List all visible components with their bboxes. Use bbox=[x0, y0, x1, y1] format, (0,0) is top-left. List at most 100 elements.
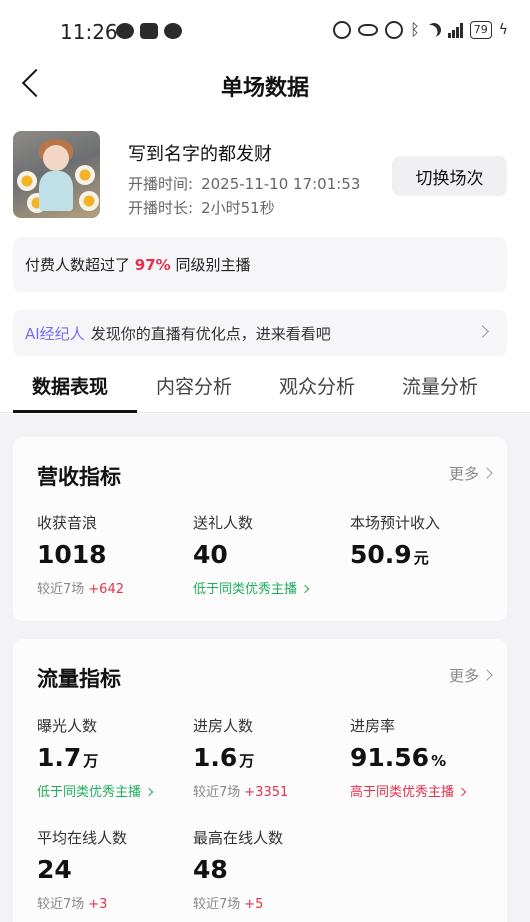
benchmark-link[interactable]: 低于同类优秀主播 bbox=[193, 578, 343, 597]
eye-comfort-icon bbox=[358, 24, 379, 36]
metric-value: 1.7 万 bbox=[37, 743, 187, 777]
metric-number: 91.56 bbox=[350, 743, 430, 772]
revenue-card: 营收指标 更多 收获音浪 1018 较近7场 +642 送礼人数 40 低于同类优… bbox=[13, 437, 507, 621]
tab-data-performance[interactable]: 数据表现 bbox=[32, 372, 108, 399]
metric-number: 40 bbox=[193, 540, 228, 569]
benchmark-text: 低于同类优秀主播 bbox=[193, 582, 298, 597]
metric-avg-online: 平均在线人数 24 较近7场 +3 bbox=[37, 827, 187, 912]
metric-value: 48 bbox=[193, 855, 343, 889]
metric-peak-online: 最高在线人数 48 较近7场 +5 bbox=[193, 827, 343, 912]
page-title: 单场数据 bbox=[220, 76, 309, 101]
metric-number: 24 bbox=[37, 855, 72, 884]
benchmark-text: 高于同类优秀主播 bbox=[350, 785, 455, 800]
metric-value: 1018 bbox=[37, 540, 187, 574]
compare-label: 较近7场 bbox=[37, 582, 85, 597]
metric-label: 曝光人数 bbox=[37, 717, 98, 735]
metric-compare: 较近7场 +642 bbox=[37, 578, 187, 597]
content-area: 营收指标 更多 收获音浪 1018 较近7场 +642 送礼人数 40 低于同类优… bbox=[0, 414, 530, 922]
metric-label: 最高在线人数 bbox=[193, 829, 284, 847]
duration-row: 开播时长: 2小时51秒 bbox=[128, 197, 275, 218]
notification-icons bbox=[116, 23, 182, 39]
benchmark-text: 低于同类优秀主播 bbox=[37, 785, 142, 800]
ai-agent-tag: AI经纪人 bbox=[25, 325, 85, 343]
start-time-value: 2025-11-10 17:01:53 bbox=[201, 175, 361, 193]
metric-compare: 较近7场 +3 bbox=[37, 893, 187, 912]
metric-unit: 万 bbox=[239, 752, 255, 770]
do-not-disturb-icon bbox=[424, 20, 443, 39]
metric-unit: 元 bbox=[413, 549, 429, 567]
duration-value: 2小时51秒 bbox=[201, 199, 275, 217]
metric-value: 1.6 万 bbox=[193, 743, 343, 777]
compare-label: 较近7场 bbox=[193, 897, 241, 912]
benchmark-link[interactable]: 高于同类优秀主播 bbox=[350, 781, 500, 800]
compare-label: 较近7场 bbox=[37, 897, 85, 912]
figure-face bbox=[43, 145, 69, 171]
metric-unit: 万 bbox=[83, 752, 99, 770]
active-tab-indicator bbox=[13, 410, 137, 413]
tab-bar: 数据表现 内容分析 观众分析 流量分析 bbox=[0, 364, 530, 413]
metric-value: 24 bbox=[37, 855, 187, 889]
traffic-card: 流量指标 更多 曝光人数 1.7 万 低于同类优秀主播 进房人数 1.6 万 较近7… bbox=[13, 639, 507, 922]
metric-label: 送礼人数 bbox=[193, 514, 254, 532]
start-time-label: 开播时间: bbox=[128, 175, 194, 193]
system-icons: ᛒ 79 ϟ bbox=[333, 21, 508, 39]
stream-title: 写到名字的都发财 bbox=[128, 144, 272, 165]
metric-compare: 较近7场 +3351 bbox=[193, 781, 343, 800]
metric-sound-waves: 收获音浪 1018 较近7场 +642 bbox=[37, 512, 187, 597]
metric-unit: % bbox=[431, 752, 447, 770]
metric-label: 进房人数 bbox=[193, 717, 254, 735]
tab-traffic-analysis[interactable]: 流量分析 bbox=[402, 372, 478, 399]
compare-delta: +3 bbox=[88, 897, 108, 912]
metric-number: 1018 bbox=[37, 540, 107, 569]
chevron-right-icon bbox=[476, 325, 489, 338]
metric-room-entries: 进房人数 1.6 万 较近7场 +3351 bbox=[193, 715, 343, 800]
metric-value: 50.9 元 bbox=[350, 540, 500, 574]
revenue-more-link[interactable]: 更多 bbox=[449, 463, 479, 484]
flower-decoration bbox=[75, 165, 95, 185]
metric-label: 进房率 bbox=[350, 717, 396, 735]
metric-value: 91.56% bbox=[350, 743, 500, 777]
benchmark-link[interactable]: 低于同类优秀主播 bbox=[37, 781, 187, 800]
chevron-right-icon bbox=[144, 787, 154, 797]
status-bar: 11:26 ᛒ 79 ϟ bbox=[0, 0, 530, 64]
payer-rank-notice: 付费人数超过了 97% 同级别主播 bbox=[13, 237, 507, 292]
tab-content-analysis[interactable]: 内容分析 bbox=[156, 372, 232, 399]
metric-number: 48 bbox=[193, 855, 228, 884]
bluetooth-icon: ᛒ bbox=[410, 20, 420, 39]
switch-session-button[interactable]: 切换场次 bbox=[392, 156, 507, 196]
metric-number: 50.9 bbox=[350, 540, 412, 569]
compare-label: 较近7场 bbox=[193, 785, 241, 800]
compare-delta: +3351 bbox=[244, 785, 289, 800]
metric-label: 本场预计收入 bbox=[350, 514, 441, 532]
traffic-title: 流量指标 bbox=[37, 667, 121, 691]
payer-rank-percent: 97% bbox=[134, 256, 171, 274]
alarm-icon bbox=[385, 21, 404, 39]
duration-label: 开播时长: bbox=[128, 199, 194, 217]
charging-icon: ϟ bbox=[498, 22, 508, 38]
metric-gifters: 送礼人数 40 低于同类优秀主播 bbox=[193, 512, 343, 597]
ai-agent-text: 发现你的直播有优化点，进来看看吧 bbox=[90, 325, 331, 343]
figure-body bbox=[39, 171, 73, 211]
nav-header: 单场数据 bbox=[0, 64, 530, 104]
metric-label: 收获音浪 bbox=[37, 514, 98, 532]
payer-rank-prefix: 付费人数超过了 bbox=[25, 256, 131, 274]
ai-agent-banner[interactable]: AI经纪人 发现你的直播有优化点，进来看看吧 bbox=[13, 310, 507, 356]
app-notification-icon bbox=[140, 23, 158, 39]
start-time-row: 开播时间: 2025-11-10 17:01:53 bbox=[128, 173, 360, 194]
payer-rank-suffix: 同级别主播 bbox=[175, 256, 251, 274]
signal-icon bbox=[447, 22, 463, 38]
metric-impressions: 曝光人数 1.7 万 低于同类优秀主播 bbox=[37, 715, 187, 800]
chevron-right-icon bbox=[457, 787, 467, 797]
metric-number: 1.7 bbox=[37, 743, 82, 772]
traffic-more-link[interactable]: 更多 bbox=[449, 665, 479, 686]
metric-estimated-income: 本场预计收入 50.9 元 bbox=[350, 512, 500, 574]
tab-audience-analysis[interactable]: 观众分析 bbox=[279, 372, 355, 399]
status-time: 11:26 bbox=[60, 20, 118, 44]
data-saver-icon bbox=[333, 21, 352, 39]
compare-delta: +5 bbox=[244, 897, 264, 912]
flower-decoration bbox=[79, 191, 99, 211]
battery-icon: 79 bbox=[469, 21, 492, 39]
metric-label: 平均在线人数 bbox=[37, 829, 128, 847]
wechat-icon bbox=[116, 23, 134, 39]
metric-number: 1.6 bbox=[193, 743, 238, 772]
